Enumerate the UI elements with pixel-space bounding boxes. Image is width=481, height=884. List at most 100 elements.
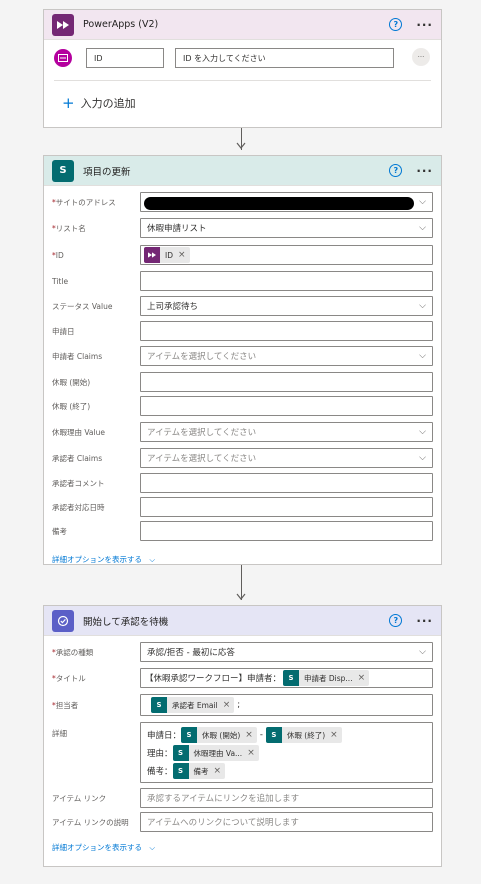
- details-line: 備考： S 備考 ×: [147, 762, 426, 780]
- show-advanced-options-link[interactable]: 詳細オプションを表示する ⌵: [52, 842, 155, 853]
- field-approver-claims: 承認者 Claims アイテムを選択してください ⌵: [52, 448, 433, 468]
- field-approver-response-time: 承認者対応日時: [52, 497, 433, 517]
- close-icon[interactable]: ×: [330, 730, 338, 740]
- add-icon: +: [62, 94, 75, 112]
- chevron-down-icon: ⌵: [149, 843, 156, 852]
- field-site-address: *サイトのアドレス ⌵: [52, 192, 433, 212]
- leave-end-input[interactable]: [140, 396, 433, 416]
- input-name-field[interactable]: ID: [86, 48, 164, 68]
- card-title: 開始して承認を待機: [83, 616, 169, 628]
- sharepoint-icon: S: [172, 763, 189, 779]
- input-row-id: ID ID を入力してください ···: [54, 48, 431, 68]
- close-icon[interactable]: ×: [245, 730, 253, 740]
- id-input[interactable]: ID ×: [140, 245, 433, 265]
- close-icon[interactable]: ×: [214, 766, 222, 776]
- field-assigned-to: *担当者 S 承認者 Email × ;: [52, 694, 433, 716]
- assigned-to-input[interactable]: S 承認者 Email × ;: [140, 694, 433, 716]
- help-icon[interactable]: ?: [389, 164, 403, 177]
- applicant-claims-dropdown[interactable]: アイテムを選択してください ⌵: [140, 346, 433, 366]
- sharepoint-icon: S: [181, 727, 198, 743]
- redacted-value: [144, 197, 414, 210]
- field-list-name: *リスト名 休暇申請リスト ⌵: [52, 218, 433, 238]
- field-leave-end: 休暇 (終了): [52, 396, 433, 416]
- help-icon[interactable]: ?: [389, 614, 403, 627]
- card-title: 項目の更新: [83, 166, 131, 178]
- sharepoint-icon: S: [52, 159, 74, 182]
- close-icon[interactable]: ×: [358, 673, 366, 683]
- sharepoint-icon: S: [265, 727, 282, 743]
- dynamic-content-token[interactable]: S 備考 ×: [172, 763, 226, 779]
- more-options-icon[interactable]: ···: [416, 18, 433, 32]
- approver-comment-input[interactable]: [140, 473, 433, 493]
- leave-reason-dropdown[interactable]: アイテムを選択してください ⌵: [140, 422, 433, 442]
- approval-title-input[interactable]: 【休暇承認ワークフロー】申請者： S 申請者 Disp... ×: [140, 668, 433, 688]
- field-approval-type: *承認の種類 承認/拒否 - 最初に応答 ⌵: [52, 642, 433, 662]
- field-id: *ID ID ×: [52, 245, 433, 265]
- sharepoint-icon: S: [283, 670, 300, 686]
- field-applicant-claims: 申請者 Claims アイテムを選択してください ⌵: [52, 346, 433, 366]
- chevron-down-icon: ⌵: [419, 301, 426, 311]
- item-link-input[interactable]: 承認するアイテムにリンクを追加します: [140, 788, 433, 808]
- leave-start-input[interactable]: [140, 372, 433, 392]
- close-icon[interactable]: ×: [223, 700, 231, 710]
- input-more-button[interactable]: ···: [412, 48, 430, 66]
- dynamic-content-token[interactable]: S 休暇 (終了) ×: [265, 727, 342, 743]
- dynamic-content-token[interactable]: S 休暇 (開始) ×: [181, 727, 257, 743]
- status-dropdown[interactable]: 上司承認待ち ⌵: [140, 296, 433, 316]
- add-input-label: 入力の追加: [80, 97, 136, 110]
- details-line: 理由： S 休暇理由 Va... ×: [147, 744, 426, 762]
- close-icon[interactable]: ×: [178, 250, 186, 260]
- field-status: ステータス Value 上司承認待ち ⌵: [52, 296, 433, 316]
- site-address-dropdown[interactable]: ⌵: [140, 192, 433, 212]
- list-name-dropdown[interactable]: 休暇申請リスト ⌵: [140, 218, 433, 238]
- more-options-icon[interactable]: ···: [416, 614, 433, 628]
- powerapps-icon: [52, 13, 74, 36]
- card-header[interactable]: 開始して承認を待機 ? ···: [44, 606, 441, 636]
- show-advanced-options-link[interactable]: 詳細オプションを表示する ⌵: [52, 554, 155, 565]
- field-approver-comment: 承認者コメント: [52, 473, 433, 493]
- details-line: 申請日： S 休暇 (開始) × - S 休暇 (終了) ×: [147, 726, 426, 744]
- powerapps-icon: [144, 247, 160, 263]
- field-leave-reason: 休暇理由 Value アイテムを選択してください ⌵: [52, 422, 433, 442]
- help-icon[interactable]: ?: [389, 18, 403, 31]
- field-item-link-description: アイテム リンクの説明 アイテムへのリンクについて説明します: [52, 812, 433, 832]
- card-header[interactable]: S 項目の更新 ? ···: [44, 156, 441, 186]
- card-header[interactable]: PowerApps (V2) ? ···: [44, 10, 441, 40]
- approver-claims-dropdown[interactable]: アイテムを選択してください ⌵: [140, 448, 433, 468]
- dynamic-content-token[interactable]: ID ×: [144, 247, 190, 263]
- chevron-down-icon: ⌵: [419, 453, 426, 463]
- field-leave-start: 休暇 (開始): [52, 372, 433, 392]
- start-approval-card: 開始して承認を待機 ? ··· *承認の種類 承認/拒否 - 最初に応答 ⌵ *…: [43, 605, 442, 867]
- approval-icon: [52, 609, 74, 632]
- chevron-down-icon: ⌵: [419, 351, 426, 361]
- field-title: Title: [52, 271, 433, 291]
- application-date-input[interactable]: [140, 321, 433, 341]
- dynamic-content-token[interactable]: S 承認者 Email ×: [151, 697, 235, 713]
- field-details: 詳細 申請日： S 休暇 (開始) × - S 休暇 (終了) × 理由： S …: [52, 722, 433, 783]
- field-notes: 備考: [52, 521, 433, 541]
- approver-response-time-input[interactable]: [140, 497, 433, 517]
- add-input-button[interactable]: + 入力の追加: [62, 94, 136, 112]
- close-icon[interactable]: ×: [247, 748, 255, 758]
- approval-type-dropdown[interactable]: 承認/拒否 - 最初に応答 ⌵: [140, 642, 433, 662]
- arrow-down-icon: [236, 593, 246, 604]
- dynamic-content-token[interactable]: S 申請者 Disp... ×: [283, 670, 370, 686]
- text-input-type-icon: [54, 49, 72, 67]
- input-description-field[interactable]: ID を入力してください: [175, 48, 394, 68]
- chevron-down-icon: ⌵: [419, 223, 426, 233]
- chevron-down-icon: ⌵: [149, 555, 156, 564]
- details-textarea[interactable]: 申請日： S 休暇 (開始) × - S 休暇 (終了) × 理由： S 休暇理…: [140, 722, 433, 783]
- more-options-icon[interactable]: ···: [416, 164, 433, 178]
- dynamic-content-token[interactable]: S 休暇理由 Va... ×: [172, 745, 259, 761]
- powerapps-trigger-card: PowerApps (V2) ? ··· ID ID を入力してください ···…: [43, 9, 442, 128]
- notes-input[interactable]: [140, 521, 433, 541]
- field-approval-title: *タイトル 【休暇承認ワークフロー】申請者： S 申請者 Disp... ×: [52, 668, 433, 688]
- chevron-down-icon: ⌵: [419, 427, 426, 437]
- field-item-link: アイテム リンク 承認するアイテムにリンクを追加します: [52, 788, 433, 808]
- title-input[interactable]: [140, 271, 433, 291]
- item-link-description-input[interactable]: アイテムへのリンクについて説明します: [140, 812, 433, 832]
- arrow-down-icon: [236, 142, 246, 153]
- update-item-card: S 項目の更新 ? ··· *サイトのアドレス ⌵ *リスト名 休暇申請リスト …: [43, 155, 442, 565]
- chevron-down-icon: ⌵: [419, 647, 426, 657]
- field-application-date: 申請日: [52, 321, 433, 341]
